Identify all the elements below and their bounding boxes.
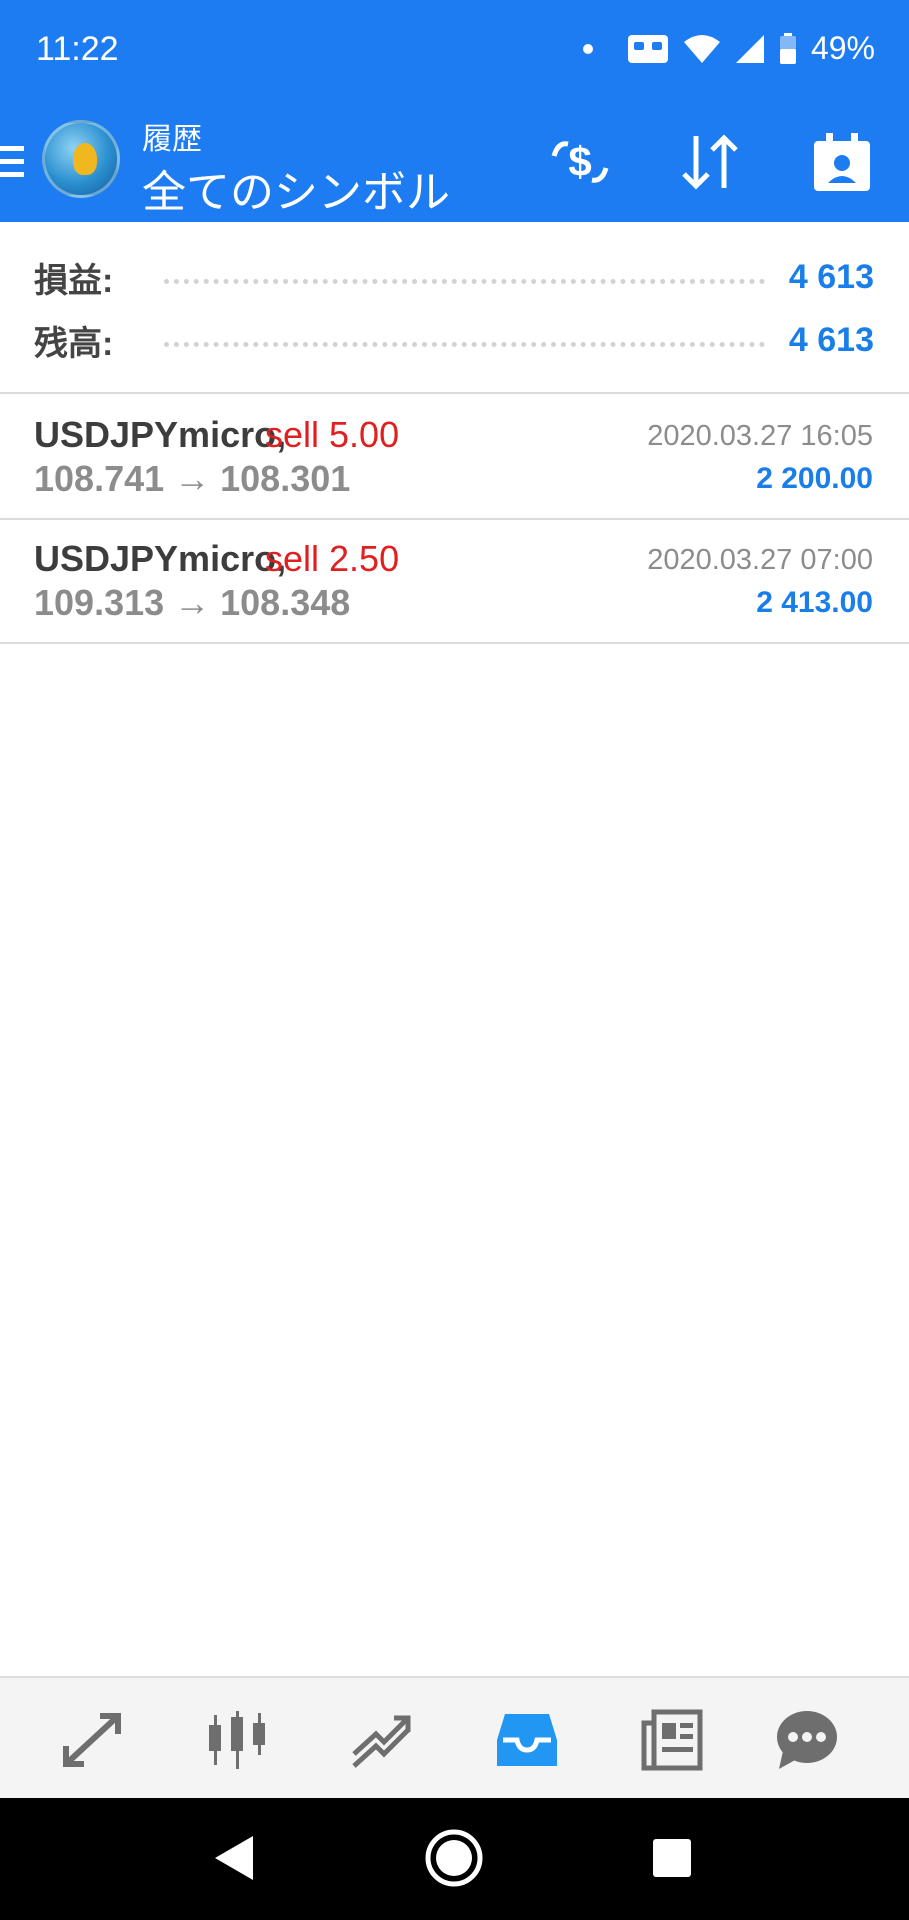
home-button[interactable]: [424, 1828, 484, 1888]
recents-button[interactable]: [642, 1828, 702, 1888]
wifi-icon: [683, 34, 720, 63]
chat-icon: [777, 1711, 837, 1769]
profit-value: 4 613: [788, 257, 874, 296]
divider: [0, 642, 909, 644]
nav-chart[interactable]: [205, 1708, 269, 1772]
deal-profit: 2 413.00: [756, 586, 873, 619]
deal-symbol: USDJPYmicro,: [34, 414, 287, 455]
balance-row: 残高: 4 613: [34, 315, 874, 365]
balance-label: 残高:: [34, 324, 114, 363]
battery-percent: 49%: [810, 30, 875, 66]
chart-icon: [209, 1711, 265, 1769]
recents-icon: [653, 1839, 691, 1877]
sort-icon: [682, 134, 738, 190]
nav-chat[interactable]: [775, 1708, 839, 1772]
deal-prices: 109.313 → 108.348: [34, 582, 351, 623]
status-icons: 49%: [582, 30, 875, 67]
account-summary: 損益: 4 613 残高: 4 613: [0, 222, 909, 394]
app-logo-icon: [42, 120, 120, 198]
app-bar: 履歴 全てのシンボル $: [0, 100, 909, 222]
deal-time: 2020.03.27 07:00: [647, 544, 873, 576]
deal-profit: 2 200.00: [756, 462, 873, 495]
deal-time: 2020.03.27 16:05: [647, 420, 873, 452]
profit-row: 損益: 4 613: [34, 252, 874, 302]
symbol-filter-title[interactable]: 全てのシンボル: [142, 156, 450, 220]
menu-line: [0, 159, 24, 164]
nav-trade[interactable]: [350, 1708, 414, 1772]
currency-exchange-button[interactable]: $: [548, 130, 612, 194]
deal-side: sell 5.00: [265, 414, 400, 455]
bottom-navigation: [0, 1676, 909, 1798]
trade-icon: [352, 1715, 411, 1768]
signal-icon: [735, 34, 764, 63]
history-icon: [497, 1714, 557, 1766]
voicemail-icon: [627, 34, 668, 63]
period-calendar-button[interactable]: [810, 130, 874, 194]
menu-line: [0, 146, 24, 151]
deal-symbol: USDJPYmicro,: [34, 538, 287, 579]
back-icon: [215, 1836, 253, 1880]
dotted-leader: [164, 341, 765, 347]
svg-text:$: $: [568, 138, 591, 185]
system-navigation-bar: [0, 1798, 909, 1920]
quotes-icon: [63, 1713, 121, 1767]
battery-icon: [779, 32, 796, 64]
deal-row[interactable]: USDJPYmicro, sell 2.50 109.313 → 108.348…: [0, 520, 909, 642]
news-icon: [641, 1709, 703, 1771]
balance-value: 4 613: [788, 320, 874, 359]
nav-quotes[interactable]: [60, 1708, 124, 1772]
status-bar: 11:22 49%: [0, 0, 909, 100]
currency-exchange-icon: $: [551, 138, 609, 185]
nav-history[interactable]: [495, 1708, 559, 1772]
notification-dot-icon: [582, 43, 593, 54]
calendar-icon: [814, 133, 870, 191]
logo-leaf: [73, 143, 97, 175]
status-time: 11:22: [36, 30, 119, 68]
sort-button[interactable]: [678, 130, 742, 194]
screen-title: 履歴: [142, 123, 202, 156]
deal-row[interactable]: USDJPYmicro, sell 5.00 108.741 → 108.301…: [0, 396, 909, 518]
home-icon: [425, 1829, 483, 1887]
dotted-leader: [164, 278, 765, 284]
deal-prices: 108.741 → 108.301: [34, 458, 351, 499]
deal-side: sell 2.50: [265, 538, 400, 579]
nav-news[interactable]: [640, 1708, 704, 1772]
profit-label: 損益:: [34, 261, 114, 300]
back-button[interactable]: [205, 1828, 265, 1888]
divider: [0, 392, 909, 394]
menu-button[interactable]: [0, 142, 26, 182]
menu-line: [0, 172, 24, 177]
